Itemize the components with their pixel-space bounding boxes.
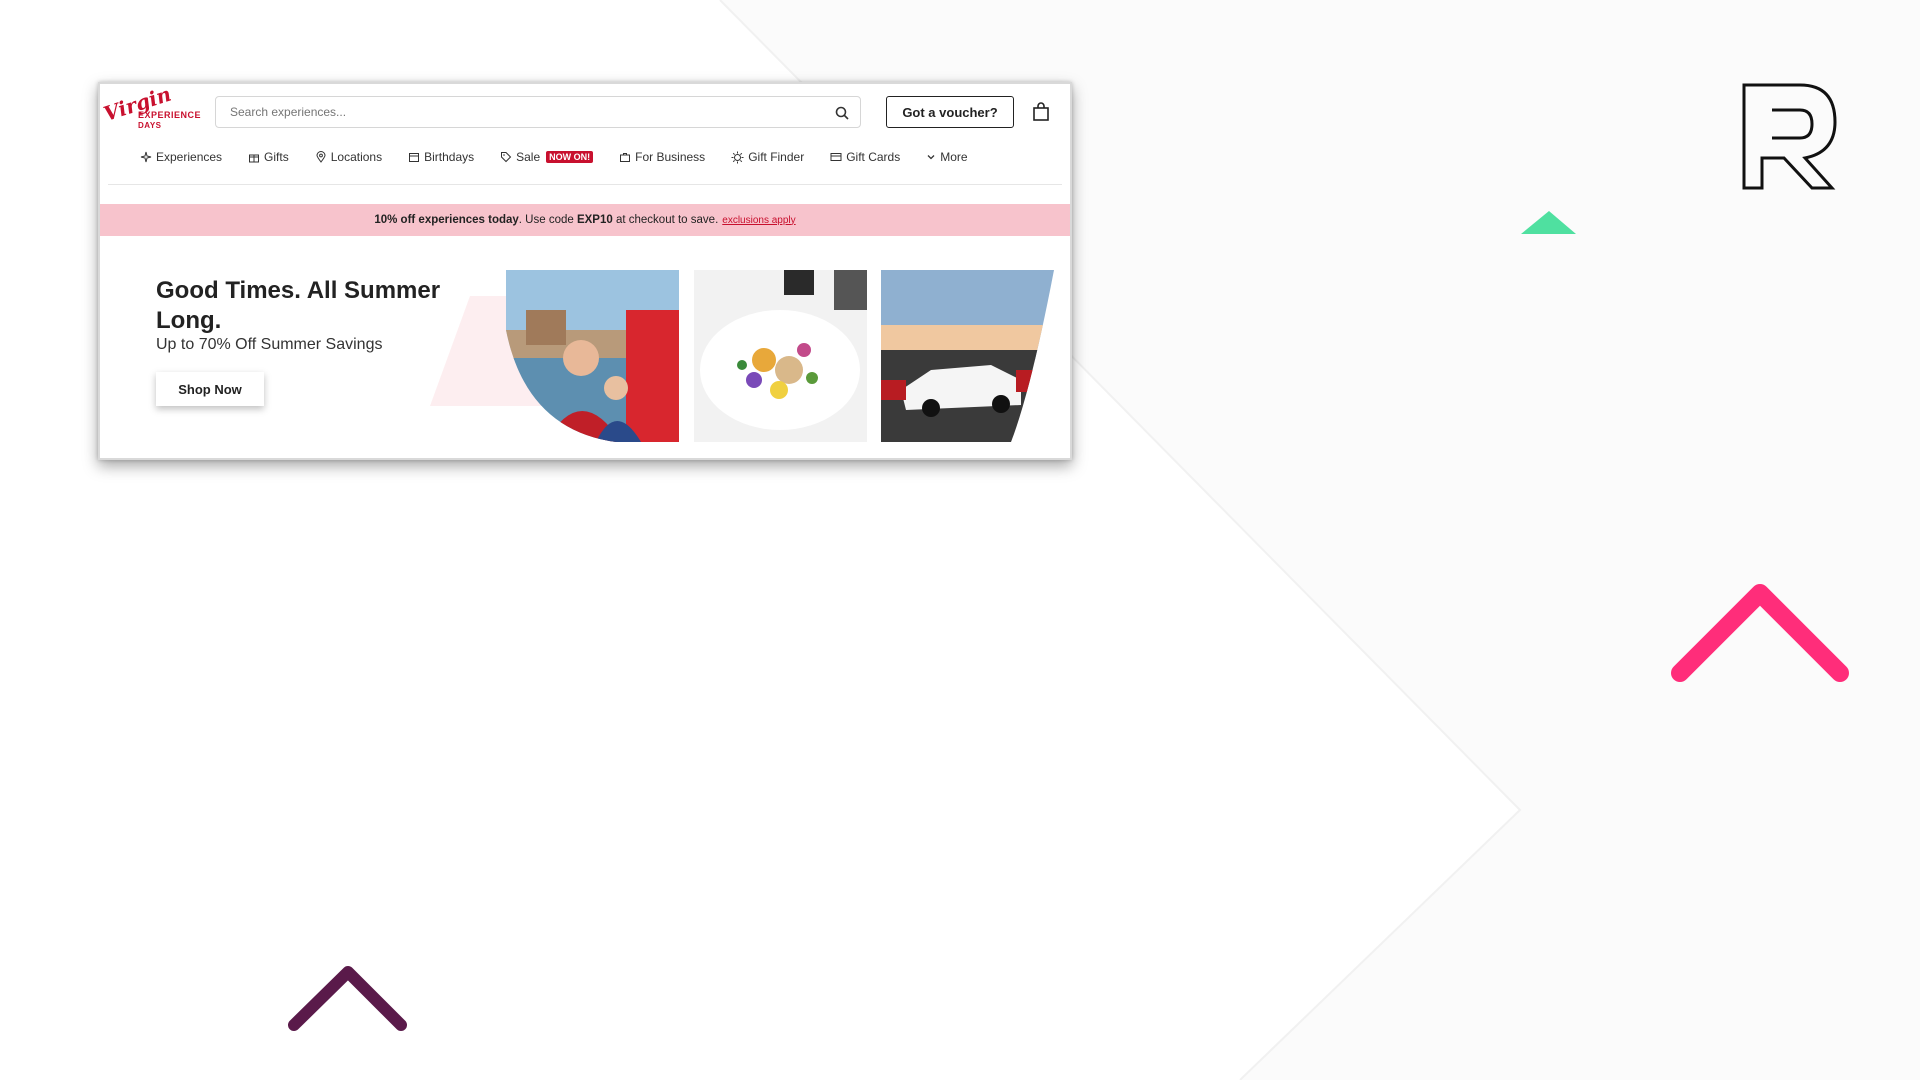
chevron-down-icon (927, 155, 935, 160)
nav-label: Sale (516, 150, 541, 164)
tag-icon (501, 152, 512, 163)
nav-item-more[interactable]: More (926, 150, 968, 164)
nav-label: For Business (635, 150, 706, 164)
briefcase-icon (620, 153, 631, 162)
search-box (215, 96, 861, 128)
promo-headline: 10% off experiences today (374, 214, 519, 226)
nav-item-experiences[interactable]: Experiences (140, 150, 222, 164)
nav-item-locations[interactable]: Locations (315, 150, 382, 164)
exclusions-link[interactable]: exclusions apply (722, 215, 795, 226)
hero-image-sports-car[interactable] (881, 270, 1054, 442)
nav-item-sale[interactable]: Sale NOW ON! (500, 150, 594, 164)
calendar-icon (409, 153, 420, 162)
nav-label: Gifts (264, 150, 289, 164)
got-voucher-button[interactable]: Got a voucher? (886, 96, 1014, 128)
shop-now-button[interactable]: Shop Now (156, 372, 264, 406)
website-screenshot: Virgin EXPERIENCE DAYS Got a voucher? Ex… (98, 82, 1072, 460)
plum-chevron-decoration (288, 966, 407, 1031)
site-header: Virgin EXPERIENCE DAYS Got a voucher? Ex… (100, 84, 1070, 184)
nav-item-for-business[interactable]: For Business (619, 150, 705, 164)
nav-label: Locations (330, 150, 383, 164)
virgin-experience-days-logo[interactable]: Virgin EXPERIENCE DAYS (101, 84, 201, 136)
nav-item-gifts[interactable]: Gifts (248, 150, 289, 164)
nav-label: Gift Finder (748, 150, 805, 164)
search-input[interactable] (228, 104, 792, 120)
shopping-bag-icon[interactable] (1032, 102, 1050, 122)
promo-banner: 10% off experiences today . Use code EXP… (100, 204, 1070, 236)
nav-label: More (940, 150, 968, 164)
nav-label: Gift Cards (846, 150, 901, 164)
nav-item-gift-finder[interactable]: Gift Finder (731, 150, 804, 164)
card-icon (830, 153, 842, 161)
promo-text: . Use code (518, 214, 577, 226)
header-divider (108, 184, 1062, 185)
sun-icon (731, 151, 744, 163)
gift-icon (249, 154, 260, 163)
promo-text: at checkout to save. (612, 214, 719, 226)
nav-item-gift-cards[interactable]: Gift Cards (830, 150, 900, 164)
hero-subtitle: Up to 70% Off Summer Savings (156, 336, 383, 353)
hero-image-food[interactable] (694, 270, 867, 442)
nav-label: Birthdays (424, 150, 475, 164)
sale-badge: NOW ON! (546, 151, 594, 163)
nav-item-birthdays[interactable]: Birthdays (408, 150, 474, 164)
main-nav: Experiences Gifts Locations Birthdays Sa… (140, 146, 994, 168)
hero-image-boat[interactable] (506, 270, 679, 442)
sparkle-icon (140, 151, 152, 163)
nav-label: Experiences (156, 150, 223, 164)
hero-section: Good Times. All Summer Long. Up to 70% O… (100, 236, 1070, 458)
location-pin-icon (316, 151, 326, 163)
search-icon[interactable] (834, 105, 850, 121)
hero-title: Good Times. All Summer Long. (156, 277, 441, 334)
promo-code: EXP10 (576, 214, 613, 226)
